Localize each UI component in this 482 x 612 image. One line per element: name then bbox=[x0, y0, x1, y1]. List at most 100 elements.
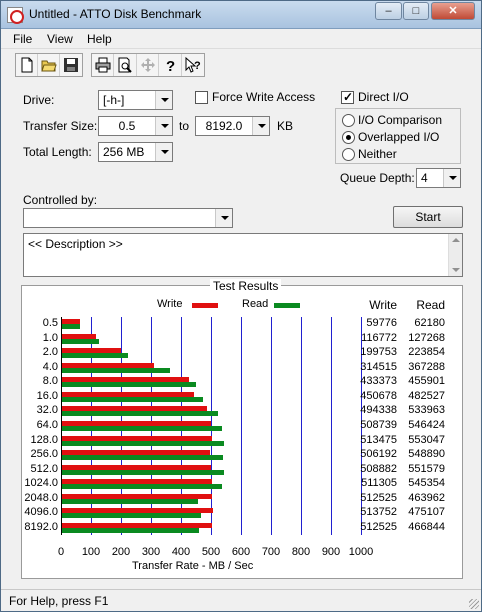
read-bar bbox=[62, 440, 225, 446]
y-tick-label: 128.0 bbox=[30, 433, 58, 446]
app-window: Untitled - ATTO Disk Benchmark – □ ✕ Fil… bbox=[0, 0, 482, 612]
write-value: 433373 bbox=[360, 375, 397, 388]
to-label: to bbox=[179, 119, 190, 133]
results-title: Test Results bbox=[210, 279, 282, 293]
total-length-value: 256 MB bbox=[103, 145, 145, 159]
status-text: For Help, press F1 bbox=[9, 594, 109, 608]
scroll-down-icon[interactable] bbox=[452, 268, 460, 272]
y-tick-label: 2048.0 bbox=[24, 491, 58, 504]
chevron-down-icon[interactable] bbox=[155, 91, 172, 109]
read-bar bbox=[62, 367, 170, 373]
chevron-down-icon[interactable] bbox=[252, 117, 269, 135]
open-folder-icon[interactable] bbox=[38, 54, 61, 76]
read-bar bbox=[62, 455, 223, 461]
read-bar bbox=[62, 527, 199, 533]
write-value: 59776 bbox=[366, 317, 397, 330]
minimize-button[interactable]: – bbox=[375, 2, 402, 20]
read-value: 546424 bbox=[408, 419, 445, 431]
menu-view[interactable]: View bbox=[47, 32, 73, 46]
read-value: 367288 bbox=[408, 360, 445, 373]
io-comparison-radio[interactable] bbox=[342, 114, 355, 127]
chevron-down-icon[interactable] bbox=[215, 209, 232, 227]
overlapped-io-radio[interactable] bbox=[342, 131, 355, 144]
force-write-label[interactable]: Force Write Access bbox=[212, 90, 315, 104]
transfer-size-from-select[interactable]: 0.5 bbox=[98, 116, 173, 136]
menu-file[interactable]: File bbox=[13, 32, 32, 46]
read-value: 455901 bbox=[408, 375, 445, 388]
help-icon[interactable]: ? bbox=[159, 54, 182, 76]
chevron-down-icon[interactable] bbox=[155, 143, 172, 161]
read-bar bbox=[62, 469, 224, 475]
write-value: 116772 bbox=[361, 331, 397, 344]
title-bar[interactable]: Untitled - ATTO Disk Benchmark – □ ✕ bbox=[1, 1, 481, 29]
y-tick-label: 64.0 bbox=[36, 419, 58, 431]
start-button[interactable]: Start bbox=[393, 206, 463, 228]
atto-app-icon[interactable] bbox=[7, 7, 24, 24]
print-icon[interactable] bbox=[92, 54, 115, 76]
toolbar: ? ? bbox=[1, 50, 481, 80]
read-value: 551579 bbox=[408, 462, 445, 475]
context-help-icon[interactable]: ? bbox=[182, 54, 204, 76]
read-value: 548890 bbox=[408, 448, 445, 461]
queue-depth-select[interactable]: 4 bbox=[416, 168, 461, 188]
menu-help[interactable]: Help bbox=[87, 32, 112, 46]
status-bar: For Help, press F1 bbox=[1, 589, 481, 611]
total-length-label: Total Length: bbox=[23, 145, 92, 159]
neither-radio[interactable] bbox=[342, 148, 355, 161]
print-preview-icon[interactable] bbox=[114, 54, 137, 76]
queue-depth-value: 4 bbox=[421, 171, 428, 185]
read-bar bbox=[62, 353, 128, 359]
move-icon[interactable] bbox=[137, 54, 160, 76]
legend-read-swatch bbox=[274, 303, 300, 308]
drive-value: [-h-] bbox=[103, 93, 125, 107]
y-tick-label: 1024.0 bbox=[24, 477, 58, 490]
tools-toolbar-group: ? ? bbox=[91, 53, 205, 77]
description-scrollbar[interactable] bbox=[448, 234, 462, 276]
x-tick-label: 1000 bbox=[348, 546, 374, 558]
chevron-down-icon[interactable] bbox=[443, 169, 460, 187]
read-value: 127268 bbox=[408, 331, 445, 344]
kb-label: KB bbox=[277, 119, 294, 133]
save-icon[interactable] bbox=[60, 54, 82, 76]
transfer-size-to-select[interactable]: 8192.0 bbox=[195, 116, 270, 136]
direct-io-label[interactable]: Direct I/O bbox=[358, 90, 409, 104]
radio-selected-dot bbox=[346, 135, 351, 140]
overlapped-io-label[interactable]: Overlapped I/O bbox=[358, 130, 439, 144]
controlled-by-select[interactable] bbox=[23, 208, 233, 228]
chevron-down-icon[interactable] bbox=[155, 117, 172, 135]
force-write-checkbox[interactable] bbox=[195, 91, 208, 104]
close-button[interactable]: ✕ bbox=[431, 2, 475, 20]
y-tick-label: 1.0 bbox=[42, 331, 58, 344]
svg-text:?: ? bbox=[166, 58, 175, 73]
write-value: 506192 bbox=[360, 448, 397, 461]
read-bar bbox=[62, 338, 100, 344]
gridline bbox=[330, 317, 332, 535]
gridline bbox=[270, 317, 272, 535]
read-bar bbox=[62, 324, 81, 330]
direct-io-checkbox[interactable]: ✓ bbox=[341, 90, 354, 104]
write-value: 511305 bbox=[361, 477, 397, 490]
resize-grip-icon[interactable] bbox=[469, 599, 479, 609]
description-textarea[interactable]: << Description >> bbox=[23, 233, 463, 277]
svg-text:?: ? bbox=[194, 60, 201, 72]
read-bar bbox=[62, 396, 204, 402]
read-column-header: Read bbox=[416, 298, 445, 312]
new-document-icon[interactable] bbox=[16, 54, 39, 76]
y-tick-label: 256.0 bbox=[30, 448, 58, 461]
y-tick-label: 2.0 bbox=[42, 346, 58, 359]
write-value: 494338 bbox=[360, 404, 397, 417]
total-length-select[interactable]: 256 MB bbox=[98, 142, 173, 162]
write-value: 512525 bbox=[360, 520, 397, 533]
maximize-button[interactable]: □ bbox=[403, 2, 429, 20]
write-value: 314515 bbox=[360, 360, 397, 373]
neither-label[interactable]: Neither bbox=[358, 147, 397, 161]
window-title: Untitled - ATTO Disk Benchmark bbox=[29, 7, 202, 21]
queue-depth-label: Queue Depth: bbox=[340, 171, 415, 185]
io-comparison-label[interactable]: I/O Comparison bbox=[358, 113, 442, 127]
drive-select[interactable]: [-h-] bbox=[98, 90, 173, 110]
chart-plot-area bbox=[61, 317, 362, 535]
read-value: 463962 bbox=[408, 491, 445, 504]
read-value: 62180 bbox=[414, 317, 445, 330]
read-value: 533963 bbox=[408, 404, 445, 417]
scroll-up-icon[interactable] bbox=[452, 238, 460, 242]
